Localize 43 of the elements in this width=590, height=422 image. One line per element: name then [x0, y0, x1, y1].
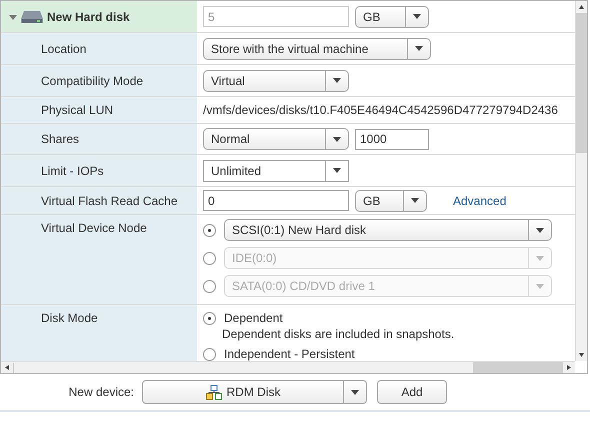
advanced-link[interactable]: Advanced — [453, 194, 506, 208]
vertical-scrollbar[interactable] — [575, 1, 587, 361]
device-node-dropdown[interactable]: SCSI(0:1) New Hard disk — [224, 219, 552, 241]
caret-icon — [351, 390, 359, 394]
caret-icon — [415, 46, 423, 51]
caret-icon — [536, 228, 544, 232]
add-button[interactable]: Add — [377, 380, 447, 404]
input-field[interactable]: 0 — [203, 190, 349, 211]
dropdown[interactable]: GB — [355, 6, 429, 28]
caret-icon — [411, 198, 419, 203]
device-type-dropdown[interactable]: RDM Disk — [142, 380, 367, 404]
network-disk-icon — [206, 384, 222, 400]
dropdown[interactable]: Virtual — [203, 70, 349, 92]
field-label: Location — [41, 42, 86, 56]
horizontal-scrollbar[interactable] — [1, 361, 575, 373]
radio-button[interactable] — [203, 224, 216, 236]
caret-icon — [536, 256, 544, 260]
field-label: Disk Mode — [41, 311, 98, 325]
dropdown[interactable]: Store with the virtual machine — [203, 38, 431, 60]
caret-icon — [333, 136, 341, 142]
field-label: Limit - IOPs — [41, 164, 104, 178]
option-description: Dependent disks are included in snapshots. — [222, 327, 456, 341]
field-label: Shares — [41, 132, 80, 146]
caret-icon — [333, 78, 341, 83]
field-label: Compatibility Mode — [41, 74, 144, 88]
caret-icon — [536, 284, 544, 288]
caret-icon — [333, 168, 341, 173]
dropdown[interactable]: Normal — [203, 128, 349, 150]
caret-icon — [413, 14, 421, 19]
new-device-label: New device: — [68, 385, 135, 399]
option-label: Dependent — [224, 311, 283, 325]
field-label: Physical LUN — [41, 103, 114, 117]
input-field[interactable]: 1000 — [355, 128, 429, 150]
lun-path: /vmfs/devices/disks/t10.F405E46494C4542596D477279794D2436 — [203, 103, 558, 117]
device-title: New Hard disk — [47, 10, 130, 24]
combo-box[interactable]: Unlimited — [203, 160, 349, 182]
field-label: Virtual Flash Read Cache — [41, 194, 178, 208]
radio-button[interactable] — [203, 348, 216, 360]
expand-caret-icon[interactable] — [9, 12, 17, 20]
dropdown[interactable]: GB — [355, 190, 427, 212]
field-label: Virtual Device Node — [41, 221, 147, 235]
radio-button[interactable] — [203, 312, 216, 324]
option-label: Independent - Persistent — [224, 347, 355, 361]
